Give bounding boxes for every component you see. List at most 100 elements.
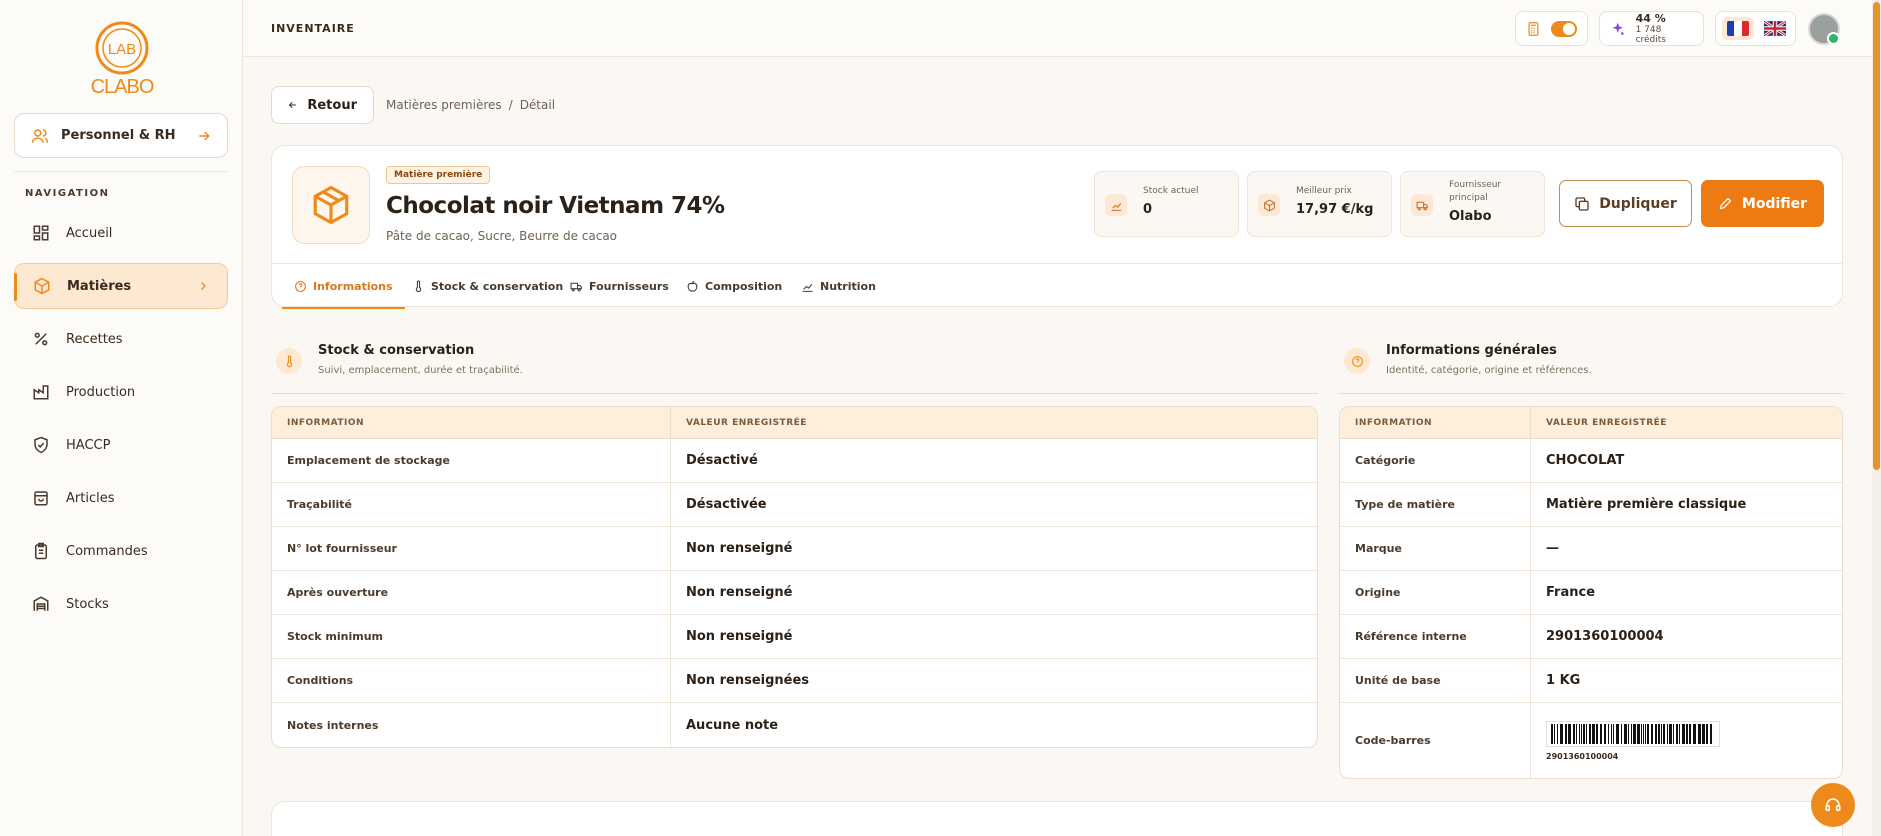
barcode-bar: [1682, 723, 1685, 744]
credits-percentage: 44 %: [1635, 12, 1666, 25]
copy-icon: [1575, 196, 1589, 211]
back-button[interactable]: Retour: [271, 86, 374, 124]
barcode-bar: [1613, 723, 1614, 744]
edit-label: Modifier: [1741, 195, 1808, 212]
shield-icon: [34, 436, 48, 454]
barcode-bar: [1686, 723, 1688, 744]
breadcrumb-current: Détail: [519, 98, 556, 112]
thermometer-icon: [415, 280, 422, 292]
personnel-rh-button[interactable]: Personnel & RH: [14, 113, 228, 158]
duplicate-button[interactable]: Dupliquer: [1559, 180, 1692, 227]
detail-tabs: Informations Stock & conservation Fourni…: [272, 263, 1842, 309]
box-icon: [34, 277, 50, 295]
row-value: —: [1546, 541, 1559, 556]
sparkle-icon: [1612, 22, 1624, 35]
stock-section-title: Stock & conservation: [318, 343, 475, 358]
tab-label: Fournisseurs: [589, 279, 669, 293]
language-switcher: [1715, 11, 1796, 46]
table-row: Conditions Non renseignées: [272, 659, 1317, 703]
personnel-rh-label: Personnel & RH: [61, 128, 176, 143]
barcode-bar: [1551, 723, 1553, 744]
barcode-bar: [1651, 723, 1653, 744]
column-header: INFORMATION: [1340, 407, 1531, 438]
stat-value: 0: [1143, 202, 1153, 217]
general-section-title: Informations générales: [1386, 343, 1557, 358]
user-avatar[interactable]: [1808, 13, 1840, 45]
table-row: Référence interne 2901360100004: [1340, 615, 1842, 659]
table-row: Origine France: [1340, 571, 1842, 615]
support-button[interactable]: [1811, 783, 1855, 827]
column-header: VALEUR ENREGISTRÉE: [686, 417, 807, 428]
breadcrumb-parent[interactable]: Matières premières: [386, 98, 502, 112]
barcode-bar: [1608, 723, 1609, 744]
barcode-bar: [1589, 723, 1591, 744]
row-value: Désactivée: [686, 497, 767, 512]
logo-inner-text: LAB: [108, 41, 136, 58]
tab-stock-conservation[interactable]: Stock & conservation: [412, 264, 563, 308]
sidebar-item-label: Commandes: [66, 543, 148, 559]
stat-label: Meilleur prix: [1296, 186, 1352, 196]
tab-composition[interactable]: Composition: [686, 264, 782, 308]
back-label: Retour: [307, 97, 357, 113]
barcode-bar: [1586, 723, 1587, 744]
barcode-bar: [1611, 723, 1612, 744]
breadcrumb: Matières premières / Détail: [386, 98, 555, 112]
sidebar-item-label: Production: [66, 384, 136, 400]
sidebar-item-recettes[interactable]: Recettes: [14, 316, 228, 362]
barcode-bar: [1673, 723, 1674, 744]
barcode-bar: [1581, 723, 1582, 744]
general-section-icon-wrap: [1344, 348, 1370, 374]
row-value: Non renseigné: [686, 541, 793, 556]
theme-toggle[interactable]: [1550, 20, 1577, 37]
product-header-card: Matière première Chocolat noir Vietnam 7…: [271, 145, 1843, 309]
general-table: INFORMATION VALEUR ENREGISTRÉE Catégorie…: [1339, 406, 1843, 779]
barcode-bar: [1693, 723, 1696, 744]
topbar: INVENTAIRE 44 % 1 748 crédits: [243, 0, 1881, 57]
sidebar-item-haccp[interactable]: HACCP: [14, 422, 228, 468]
truck-icon: [570, 282, 582, 291]
sidebar-item-accueil[interactable]: Accueil: [14, 210, 228, 256]
barcode-bar: [1669, 723, 1672, 744]
barcode-bar: [1621, 723, 1622, 744]
sidebar-item-stocks[interactable]: Stocks: [14, 581, 228, 627]
pencil-icon: [1719, 197, 1732, 210]
column-header: INFORMATION: [272, 407, 671, 438]
grid-icon: [33, 225, 49, 241]
barcode-bar: [1554, 723, 1555, 744]
barcode-bar: [1573, 723, 1575, 744]
edit-button[interactable]: Modifier: [1701, 180, 1824, 227]
barcode-bar: [1631, 723, 1632, 744]
stock-table: INFORMATION VALEUR ENREGISTRÉE Emplaceme…: [271, 406, 1318, 748]
barcode-bar: [1661, 723, 1662, 744]
sidebar-item-matieres[interactable]: Matières: [14, 263, 228, 309]
calculator-icon[interactable]: [1526, 21, 1541, 37]
france-flag-icon: [1727, 21, 1749, 36]
warehouse-icon: [33, 596, 49, 611]
tab-informations[interactable]: Informations: [282, 264, 405, 309]
arrow-right-icon: [199, 130, 210, 141]
chart-icon: [802, 283, 813, 292]
scrollbar[interactable]: [1872, 0, 1881, 836]
tab-label: Composition: [705, 279, 783, 293]
scrollbar-thumb[interactable]: [1873, 2, 1880, 470]
row-key: Emplacement de stockage: [272, 439, 671, 482]
sidebar-item-articles[interactable]: Articles: [14, 475, 228, 521]
sidebar-item-commandes[interactable]: Commandes: [14, 528, 228, 574]
general-section-divider: [1339, 393, 1843, 394]
lang-fr-button[interactable]: [1722, 17, 1754, 40]
tab-fournisseurs[interactable]: Fournisseurs: [570, 264, 669, 308]
uk-flag-icon[interactable]: [1764, 21, 1786, 36]
sidebar-item-production[interactable]: Production: [14, 369, 228, 415]
credits-widget[interactable]: 44 % 1 748 crédits: [1599, 11, 1704, 46]
barcode-bar: [1565, 723, 1567, 744]
tab-nutrition[interactable]: Nutrition: [801, 264, 876, 308]
barcode-bar: [1604, 723, 1606, 744]
users-icon: [31, 128, 49, 143]
row-key: Marque: [1340, 527, 1531, 570]
barcode-bar: [1633, 723, 1636, 744]
stock-section-icon-wrap: [276, 348, 302, 374]
barcode-bar: [1658, 723, 1660, 744]
clabo-logo[interactable]: LAB CLABO: [86, 18, 158, 100]
row-value: France: [1546, 585, 1596, 600]
sidebar-item-label: Accueil: [66, 225, 113, 241]
